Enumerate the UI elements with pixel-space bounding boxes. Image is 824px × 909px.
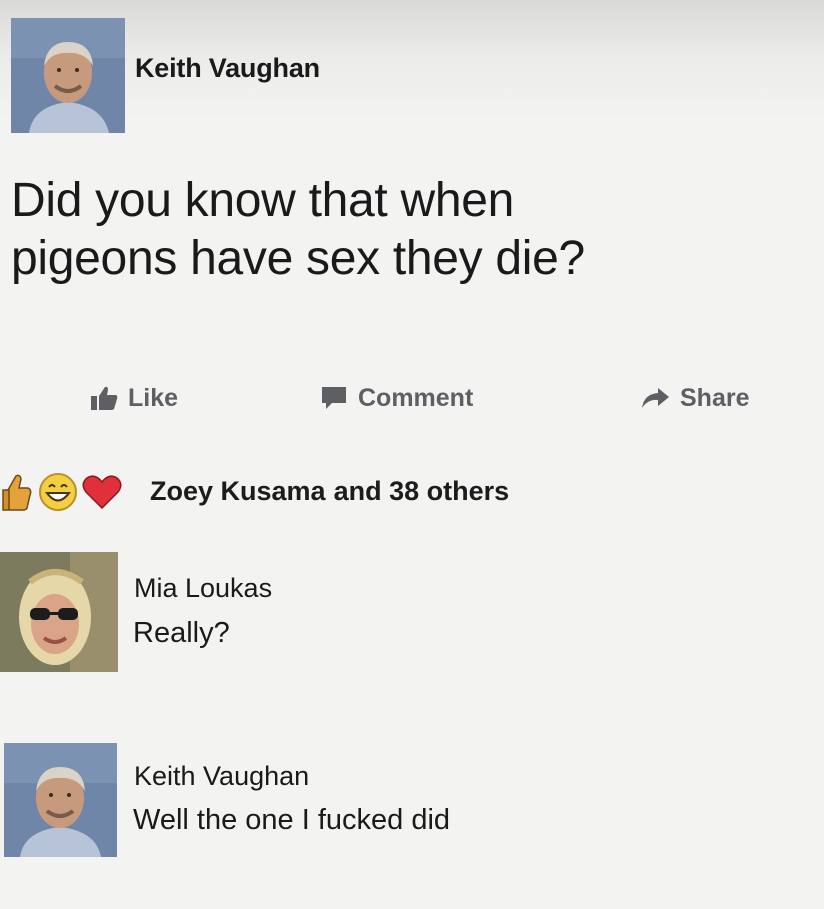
reaction-icons [0,466,130,516]
reactions-row[interactable]: Zoey Kusama and 38 others [0,466,509,516]
like-label: Like [128,383,179,412]
comment-avatar-mia[interactable] [0,552,118,672]
comment-avatar-keith[interactable] [4,743,117,857]
comment-author-name[interactable]: Mia Loukas [134,573,272,604]
grinning-face-icon [39,473,77,511]
comment-text: Well the one I fucked did [133,804,451,836]
share-label: Share [680,383,750,412]
comment-icon [322,387,346,409]
comment-label: Comment [358,383,474,412]
reaction-summary[interactable]: Zoey Kusama and 38 others [150,476,509,507]
share-arrow-icon [642,388,669,408]
reaction-first-name[interactable]: Zoey Kusama [150,476,326,506]
post-text: Did you know that when pigeons have sex … [11,172,811,288]
action-bar: Like Comment Share [0,375,824,421]
comment-author-name[interactable]: Keith Vaughan [134,761,309,792]
comment-text: Really? [133,617,230,649]
post-author-avatar[interactable] [11,18,125,133]
post-text-line-2: pigeons have sex they die? [11,232,585,285]
like-button[interactable]: Like [90,375,178,421]
reaction-others[interactable]: and 38 others [334,476,510,506]
share-button[interactable]: Share [640,375,749,421]
thumbs-up-icon [91,386,118,410]
comment-button[interactable]: Comment [320,375,473,421]
post-text-line-1: Did you know that when [11,174,515,227]
heart-icon [82,475,122,510]
thumbs-up-icon [2,474,32,511]
post-author-name[interactable]: Keith Vaughan [135,53,320,84]
